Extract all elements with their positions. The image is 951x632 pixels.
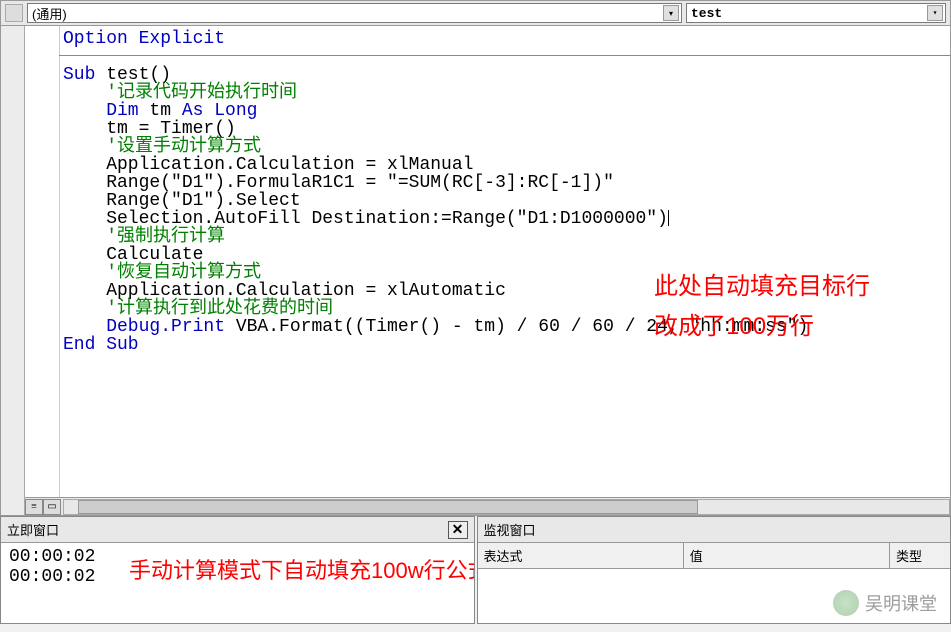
procedure-dropdown[interactable]: test ▾: [686, 3, 946, 23]
immediate-header: 立即窗口 ✕: [1, 517, 474, 543]
code-comment: '强制执行计算: [63, 227, 225, 247]
procedure-view-button[interactable]: ≡: [25, 499, 43, 515]
code-kw: Debug.Print: [63, 317, 225, 337]
watermark-logo-icon: [833, 590, 859, 616]
code-line: Range("D1").FormulaR1C1 = "=SUM(RC[-3]:R…: [63, 173, 614, 193]
watch-header: 监视窗口: [478, 517, 951, 543]
full-module-view-button[interactable]: ▭: [43, 499, 61, 515]
code-comment: '记录代码开始执行时间: [63, 83, 297, 103]
watch-title: 监视窗口: [484, 520, 536, 539]
code-line: Application.Calculation = xlAutomatic: [63, 281, 506, 301]
text-cursor: [668, 210, 669, 226]
margin-gutter: [1, 26, 25, 515]
close-icon[interactable]: ✕: [448, 521, 468, 539]
code-line: Calculate: [63, 245, 203, 265]
toolbar-button[interactable]: [5, 4, 23, 22]
editor-toolbar: (通用) ▾ test ▾: [0, 0, 951, 26]
procedure-dropdown-label: test: [691, 6, 722, 21]
watermark: 吴明课堂: [833, 590, 937, 616]
watermark-text: 吴明课堂: [865, 590, 937, 616]
main-editor-area: Option Explicit Sub test() '记录代码开始执行时间 D…: [0, 26, 951, 516]
annotation-right-1: 此处自动填充目标行: [654, 266, 870, 301]
immediate-title: 立即窗口: [7, 520, 59, 539]
code-line: tm = Timer(): [63, 119, 236, 139]
object-dropdown-label: (通用): [32, 4, 67, 23]
code-line: Selection.AutoFill Destination:=Range("D…: [63, 209, 668, 229]
code-kw: Dim: [63, 101, 139, 121]
code-line: Range("D1").Select: [63, 191, 301, 211]
code-text: test(): [95, 65, 171, 85]
watch-col-type[interactable]: 类型: [890, 543, 950, 568]
chevron-down-icon[interactable]: ▾: [927, 5, 943, 21]
code-line: Option Explicit: [63, 29, 225, 49]
horizontal-scrollbar[interactable]: [63, 499, 950, 515]
watch-col-value[interactable]: 值: [684, 543, 890, 568]
immediate-window: 立即窗口 ✕ 00:00:02 00:00:02 手动计算模式下自动填充100w…: [0, 516, 475, 624]
code-comment: '设置手动计算方式: [63, 137, 261, 157]
code-kw: Sub: [63, 65, 95, 85]
object-dropdown[interactable]: (通用) ▾: [27, 3, 682, 23]
code-comment: '计算执行到此处花费的时间: [63, 299, 333, 319]
watch-col-expression[interactable]: 表达式: [478, 543, 684, 568]
chevron-down-icon[interactable]: ▾: [663, 5, 679, 21]
scrollbar-thumb[interactable]: [78, 500, 698, 514]
code-text[interactable]: Option Explicit Sub test() '记录代码开始执行时间 D…: [25, 26, 950, 354]
code-pane[interactable]: Option Explicit Sub test() '记录代码开始执行时间 D…: [25, 26, 950, 515]
code-text: tm: [139, 101, 182, 121]
code-kw: As Long: [182, 101, 258, 121]
code-line: End Sub: [63, 335, 139, 355]
code-comment: '恢复自动计算方式: [63, 263, 261, 283]
annotation-right-2: 改成了100万行: [654, 306, 814, 341]
bottom-panels: 立即窗口 ✕ 00:00:02 00:00:02 手动计算模式下自动填充100w…: [0, 516, 951, 624]
immediate-body[interactable]: 00:00:02 00:00:02 手动计算模式下自动填充100w行公式费时2秒: [1, 543, 474, 623]
code-line: Application.Calculation = xlManual: [63, 155, 473, 175]
watch-column-headers: 表达式 值 类型: [478, 543, 951, 569]
annotation-bottom: 手动计算模式下自动填充100w行公式费时2秒: [129, 561, 474, 581]
